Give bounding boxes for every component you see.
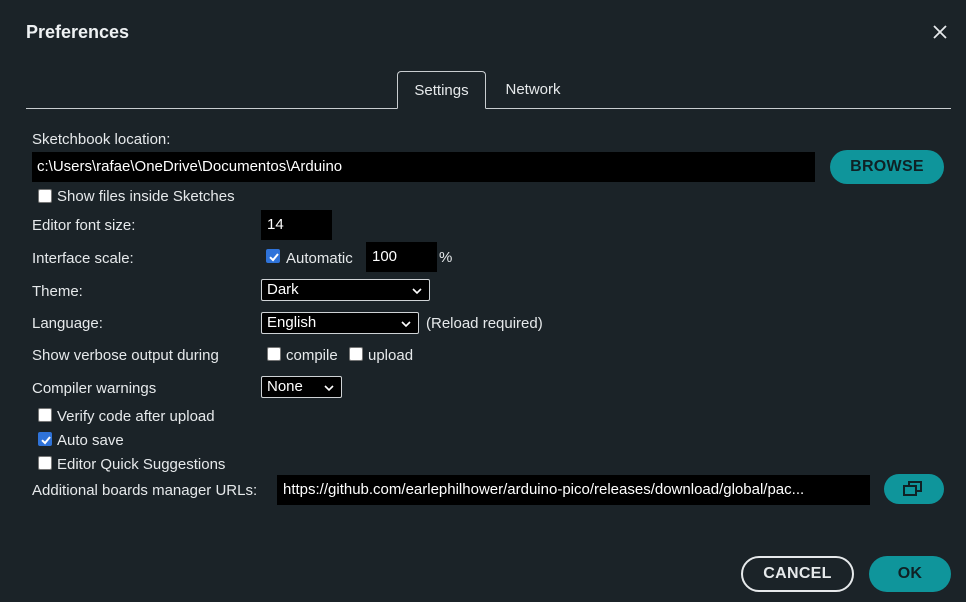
verbose-upload-label: upload <box>368 347 414 364</box>
quick-suggestions-label: Editor Quick Suggestions <box>57 456 226 473</box>
interface-scale-input[interactable]: 100 <box>366 242 437 272</box>
boards-urls-input[interactable]: https://github.com/earlephilhower/arduin… <box>277 475 870 505</box>
interface-scale-unit: % <box>439 249 453 266</box>
verbose-compile-checkbox[interactable] <box>267 347 281 361</box>
chevron-down-icon <box>324 385 334 392</box>
ok-button[interactable]: OK <box>869 556 951 592</box>
checkmark-icon <box>269 253 279 262</box>
auto-save-checkbox[interactable] <box>38 432 52 446</box>
chevron-down-icon <box>412 288 422 295</box>
sketchbook-location-label: Sketchbook location: <box>32 131 171 148</box>
tab-settings[interactable]: Settings <box>397 71 486 109</box>
editor-font-size-input[interactable]: 14 <box>261 210 332 240</box>
verbose-compile-label: compile <box>286 347 338 364</box>
chevron-down-icon <box>401 321 411 328</box>
theme-label: Theme: <box>32 283 83 300</box>
verify-code-checkbox[interactable] <box>38 408 52 422</box>
language-select-value: English <box>267 314 317 331</box>
automatic-checkbox[interactable] <box>266 249 280 263</box>
theme-select-value: Dark <box>267 281 299 298</box>
open-window-icon <box>903 481 922 496</box>
edit-urls-button[interactable] <box>884 474 944 504</box>
sketchbook-location-input[interactable]: c:\Users\rafae\OneDrive\Documentos\Ardui… <box>32 152 815 182</box>
boards-urls-label: Additional boards manager URLs: <box>32 482 258 499</box>
checkmark-icon <box>41 436 51 445</box>
language-label: Language: <box>32 315 103 332</box>
auto-save-label: Auto save <box>57 432 124 449</box>
compiler-warnings-label: Compiler warnings <box>32 380 157 397</box>
verify-code-label: Verify code after upload <box>57 408 215 425</box>
editor-font-size-label: Editor font size: <box>32 217 136 234</box>
automatic-label: Automatic <box>286 250 353 267</box>
quick-suggestions-checkbox[interactable] <box>38 456 52 470</box>
tab-network[interactable]: Network <box>494 71 572 109</box>
dialog-title: Preferences <box>26 22 130 42</box>
cancel-button[interactable]: CANCEL <box>741 556 854 592</box>
browse-button[interactable]: BROWSE <box>830 150 944 184</box>
preferences-dialog: Preferences Settings Network Sketchbook … <box>0 0 966 602</box>
close-icon <box>933 25 947 39</box>
interface-scale-label: Interface scale: <box>32 250 134 267</box>
show-files-checkbox[interactable] <box>38 189 52 203</box>
reload-required-note: (Reload required) <box>426 315 543 332</box>
language-select[interactable]: English <box>261 312 419 334</box>
show-files-label: Show files inside Sketches <box>57 188 235 205</box>
tabs-divider <box>26 108 951 109</box>
verbose-upload-checkbox[interactable] <box>349 347 363 361</box>
compiler-warnings-select-value: None <box>267 378 303 395</box>
compiler-warnings-select[interactable]: None <box>261 376 342 398</box>
verbose-output-label: Show verbose output during <box>32 347 219 364</box>
close-button[interactable] <box>928 20 952 44</box>
theme-select[interactable]: Dark <box>261 279 430 301</box>
